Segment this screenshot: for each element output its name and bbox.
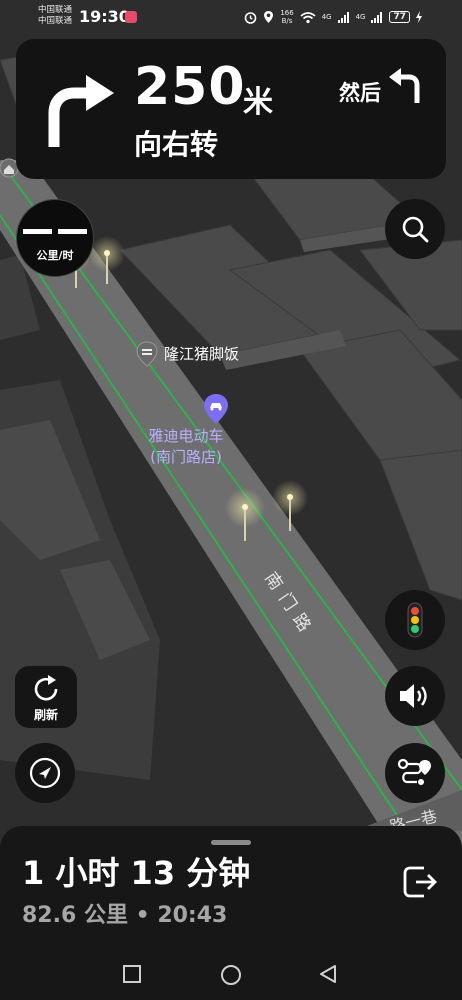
carrier-labels: 中国联通 中国联通 <box>38 5 72 27</box>
network-speed-unit: B/s <box>281 17 293 25</box>
poi-ev-shop-branch: (南门路店) <box>150 448 222 466</box>
refresh-label: 刷新 <box>33 708 58 722</box>
network-speed-value: 166 <box>280 9 294 17</box>
trip-distance-arrival: 82.6 公里 • 20:43 <box>22 903 228 928</box>
refresh-icon <box>34 675 58 701</box>
search-icon <box>402 216 429 243</box>
poi-ev-shop[interactable]: 雅迪电动车 (南门路店) <box>130 426 242 468</box>
battery-level: 77 <box>389 11 410 23</box>
signal-bars-2-icon <box>371 11 383 23</box>
traffic-light-icon <box>407 602 423 638</box>
speed-indicator: 公里/时 <box>16 199 94 277</box>
status-clock: 19:30 <box>79 7 130 26</box>
voice-volume-button[interactable] <box>385 666 445 726</box>
turn-instruction: 向右转 <box>134 128 219 161</box>
notification-app-icon <box>125 11 137 23</box>
poi-ev-shop-name: 雅迪电动车 <box>148 427 224 445</box>
speed-unit: 公里/时 <box>36 249 74 262</box>
turn-right-icon <box>48 75 114 147</box>
route-options-button[interactable] <box>385 743 445 803</box>
location-icon <box>264 11 274 23</box>
network-speed: 166 B/s <box>280 9 293 25</box>
then-label: 然后 <box>339 81 381 105</box>
turn-instruction-card[interactable]: 250 米 向右转 然后 <box>16 39 446 179</box>
status-bar: 中国联通 中国联通 19:30 166 B/s 4G 4G 77 <box>0 0 462 36</box>
next-turn-left-icon <box>389 68 420 103</box>
turn-distance: 250 <box>134 57 246 117</box>
poi-restaurant-label: 隆江猪脚饭 <box>164 344 240 363</box>
recents-icon[interactable] <box>122 964 142 984</box>
home-icon[interactable] <box>220 964 242 986</box>
charging-icon <box>416 11 422 23</box>
signal-type-2: 4G <box>355 13 366 21</box>
speed-value-placeholder <box>23 229 87 234</box>
signal-type-1: 4G <box>321 13 332 21</box>
poi-restaurant[interactable]: 隆江猪脚饭 <box>136 341 239 367</box>
system-navigation-bar <box>0 952 462 1000</box>
signal-bars-1-icon <box>337 11 349 23</box>
speaker-icon <box>400 684 427 708</box>
traffic-layer-button[interactable] <box>385 590 445 650</box>
search-button[interactable] <box>385 199 445 259</box>
ev-shop-pin-icon[interactable] <box>203 393 229 425</box>
route-icon <box>397 758 431 785</box>
exit-navigation-icon[interactable] <box>400 862 440 902</box>
refresh-button[interactable]: 刷新 <box>15 666 77 728</box>
alarm-icon <box>245 11 257 24</box>
back-icon[interactable] <box>318 964 338 984</box>
sheet-drag-handle[interactable] <box>211 840 251 845</box>
status-indicators: 166 B/s 4G 4G 77 <box>244 9 422 25</box>
carrier-2: 中国联通 <box>38 16 73 26</box>
turn-distance-unit: 米 <box>243 85 273 120</box>
restaurant-pin-icon <box>136 341 158 367</box>
wifi-icon <box>300 11 316 23</box>
recenter-button[interactable] <box>15 743 75 803</box>
navigation-arrow-icon <box>29 757 61 789</box>
trip-duration: 1 小时 13 分钟 <box>22 854 251 892</box>
carrier-1: 中国联通 <box>38 5 73 15</box>
